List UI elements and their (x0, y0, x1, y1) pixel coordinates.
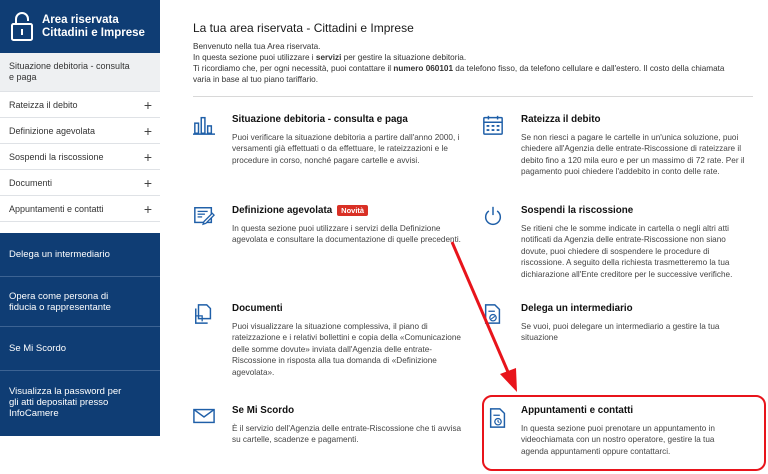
sidebar-item-definizione-agevolata[interactable]: Definizione agevolata + (0, 118, 160, 144)
sidebar-link-delega[interactable]: Delega un intermediario (0, 233, 160, 277)
intro-text-span: Ti ricordiamo che, per ogni necessità, p… (193, 64, 394, 73)
sidebar-item-label-line2: e paga (9, 72, 37, 82)
card-description: Se vuoi, puoi delegare un intermediario … (521, 322, 720, 343)
header-title-line1: Area riservata (42, 13, 119, 26)
card-description: In questa sezione puoi utilizzare i serv… (232, 224, 461, 245)
plus-icon[interactable]: + (144, 123, 152, 139)
sidebar-item-label: Rateizza il debito (9, 99, 78, 110)
card-title[interactable]: Sospendi la riscossione (521, 205, 633, 216)
power-icon (484, 206, 502, 226)
envelope-icon (193, 408, 215, 424)
intro-text: Benvenuto nella tua Area riservata. In q… (193, 41, 753, 85)
card-title[interactable]: Documenti (232, 303, 283, 314)
delegate-document-icon (484, 304, 501, 324)
card-title[interactable]: Situazione debitoria - consulta e paga (232, 114, 408, 125)
intro-bold-servizi: servizi (315, 53, 342, 62)
sidebar-link-persona-fiducia[interactable]: Opera come persona di fiducia o rapprese… (0, 277, 160, 327)
divider (193, 96, 753, 97)
card-description: Puoi verificare la situazione debitoria … (232, 133, 460, 165)
plus-icon[interactable]: + (144, 175, 152, 191)
documents-icon (195, 304, 212, 324)
area-riservata-header[interactable]: Area riservata Cittadini e Imprese (0, 0, 160, 53)
sidebar-item-documenti[interactable]: Documenti + (0, 170, 160, 196)
plus-icon[interactable]: + (144, 149, 152, 165)
card-description: Puoi visualizzare la situazione compless… (232, 322, 461, 377)
card-title[interactable]: Definizione agevolata Novità (232, 205, 369, 216)
sidebar: Area riservata Cittadini e Imprese Situa… (0, 0, 160, 474)
sidebar-item-sospendi[interactable]: Sospendi la riscossione + (0, 144, 160, 170)
bar-chart-icon (193, 116, 215, 135)
card-title[interactable]: Se Mi Scordo (232, 405, 294, 416)
calendar-icon (483, 115, 503, 135)
novita-badge: Novità (337, 205, 369, 216)
card-title[interactable]: Delega un intermediario (521, 303, 633, 314)
sidebar-item-label: Appuntamenti e contatti (9, 203, 104, 214)
intro-line4: varia in base al tuo piano tariffario. (193, 75, 319, 84)
card-description: È il servizio dell'Agenzia delle entrate… (232, 424, 462, 445)
sidebar-item-rateizza[interactable]: Rateizza il debito + (0, 92, 160, 118)
highlight-box (482, 395, 766, 471)
card-description: Se non riesci a pagare le cartelle in un… (521, 133, 745, 177)
sidebar-links-panel: Delega un intermediario Opera come perso… (0, 233, 160, 436)
card-title[interactable]: Rateizza il debito (521, 114, 600, 125)
sidebar-link-label: Opera come persona di fiducia o rapprese… (9, 291, 111, 313)
intro-line1: Benvenuto nella tua Area riservata. (193, 42, 321, 51)
sidebar-item-situazione-debitoria[interactable]: Situazione debitoria - consulta e paga (0, 53, 160, 92)
area-riservata-title: Area riservata Cittadini e Imprese (42, 14, 145, 40)
sidebar-item-appuntamenti[interactable]: Appuntamenti e contatti + (0, 196, 160, 222)
intro-text-span: per gestire la situazione debitoria. (341, 53, 467, 62)
form-pen-icon (194, 207, 215, 226)
sidebar-item-label: Sospendi la riscossione (9, 151, 104, 162)
intro-line2: In questa sezione puoi utilizzare i serv… (193, 52, 753, 63)
sidebar-link-label: Delega un intermediario (9, 249, 110, 260)
sidebar-link-label: Visualizza la password per gli atti depo… (9, 386, 121, 419)
intro-text-span: da telefono fisso, da telefono cellulare… (453, 64, 725, 73)
sidebar-item-label: Documenti (9, 177, 53, 188)
sidebar-link-line1: Visualizza la password per (9, 385, 122, 397)
header-title-line2: Cittadini e Imprese (42, 26, 145, 39)
sidebar-link-se-mi-scordo[interactable]: Se Mi Scordo (0, 327, 160, 371)
sidebar-link-password-infocamere[interactable]: Visualizza la password per gli atti depo… (0, 371, 160, 433)
card-title-text: Definizione agevolata (232, 205, 333, 216)
sidebar-link-line1: Opera come persona di (9, 290, 109, 302)
intro-text-span: In questa sezione puoi utilizzare i (193, 53, 316, 62)
sidebar-link-line3: InfoCamere (9, 407, 59, 419)
sidebar-item-label-line1: Situazione debitoria - consulta (9, 60, 130, 71)
sidebar-link-line2: fiducia o rappresentante (9, 301, 111, 313)
sidebar-item-label: Definizione agevolata (9, 125, 96, 136)
plus-icon[interactable]: + (144, 97, 152, 113)
sidebar-item-label: Situazione debitoria - consulta e paga (9, 61, 130, 84)
sidebar-link-label: Se Mi Scordo (9, 343, 67, 354)
padlock-icon (11, 11, 33, 41)
plus-icon[interactable]: + (144, 201, 152, 217)
page-title: La tua area riservata - Cittadini e Impr… (193, 21, 414, 35)
intro-line3: Ti ricordiamo che, per ogni necessità, p… (193, 63, 753, 74)
sidebar-link-line2: gli atti depositati presso (9, 396, 109, 408)
intro-bold-phone: numero 060101 (393, 64, 454, 73)
card-description: Se ritieni che le somme indicate in cart… (521, 224, 733, 279)
